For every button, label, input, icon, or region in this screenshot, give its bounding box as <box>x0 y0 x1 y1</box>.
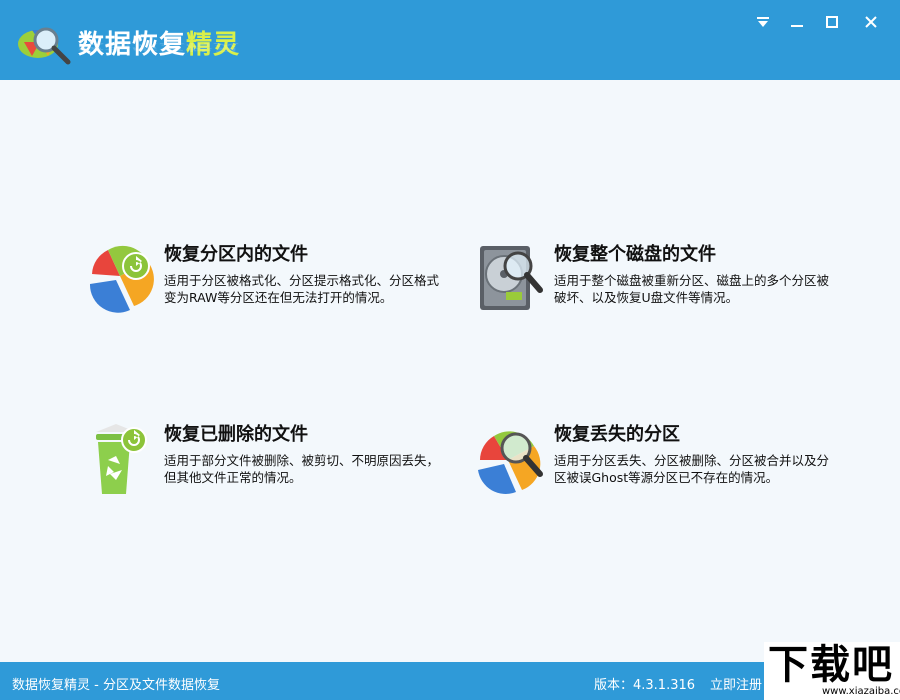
close-button[interactable] <box>858 10 884 34</box>
watermark: 下载吧 www.xiazaiba.com <box>764 642 900 700</box>
app-title-reflection: 数据恢复精灵 <box>78 41 241 52</box>
minimize-icon <box>791 25 803 27</box>
card-recover-disk-files[interactable]: 恢复整个磁盘的文件 适用于整个磁盘被重新分区、磁盘上的多个分区被破坏、以及恢复U… <box>476 240 856 350</box>
maximize-button[interactable] <box>819 10 845 34</box>
maximize-icon <box>826 16 838 28</box>
menu-button[interactable] <box>750 10 776 34</box>
watermark-url: www.xiazaiba.com <box>822 686 900 697</box>
register-link[interactable]: 立即注册 <box>710 674 762 693</box>
card-title: 恢复已删除的文件 <box>164 424 308 445</box>
app-logo-icon <box>18 27 71 65</box>
card-description: 适用于整个磁盘被重新分区、磁盘上的多个分区被破坏、以及恢复U盘文件等情况。 <box>554 273 830 305</box>
card-description: 适用于部分文件被删除、被剪切、不明原因丢失，但其他文件正常的情况。 <box>164 453 440 485</box>
card-recover-lost-partition[interactable]: 恢复丢失的分区 适用于分区丢失、分区被删除、分区被合并以及分区被误Ghost等源… <box>476 420 856 530</box>
watermark-logo: 下载吧 <box>768 642 894 688</box>
menu-icon <box>757 17 769 27</box>
close-icon <box>865 16 877 28</box>
card-title: 恢复丢失的分区 <box>554 424 680 445</box>
minimize-button[interactable] <box>784 10 810 34</box>
card-description: 适用于分区被格式化、分区提示格式化、分区格式变为RAW等分区还在但无法打开的情况… <box>164 273 440 305</box>
card-description: 适用于分区丢失、分区被删除、分区被合并以及分区被误Ghost等源分区已不存在的情… <box>554 453 830 485</box>
card-title: 恢复整个磁盘的文件 <box>554 244 716 265</box>
disk-search-icon <box>480 246 543 310</box>
status-version: 版本：4.3.1.316 <box>594 678 696 693</box>
partition-search-icon <box>478 431 543 494</box>
card-recover-deleted-files[interactable]: 恢复已删除的文件 适用于部分文件被删除、被剪切、不明原因丢失，但其他文件正常的情… <box>86 420 466 530</box>
recycle-bin-icon <box>96 424 147 494</box>
status-app-description: 数据恢复精灵 - 分区及文件数据恢复 <box>12 678 220 693</box>
card-recover-partition-files[interactable]: 恢复分区内的文件 适用于分区被格式化、分区提示格式化、分区格式变为RAW等分区还… <box>86 240 466 350</box>
partition-recover-icon <box>89 245 154 313</box>
card-title: 恢复分区内的文件 <box>164 244 308 265</box>
title-bar: 数据恢复精灵 数据恢复精灵 <box>0 0 900 80</box>
main-content: 恢复分区内的文件 适用于分区被格式化、分区提示格式化、分区格式变为RAW等分区还… <box>0 80 900 662</box>
